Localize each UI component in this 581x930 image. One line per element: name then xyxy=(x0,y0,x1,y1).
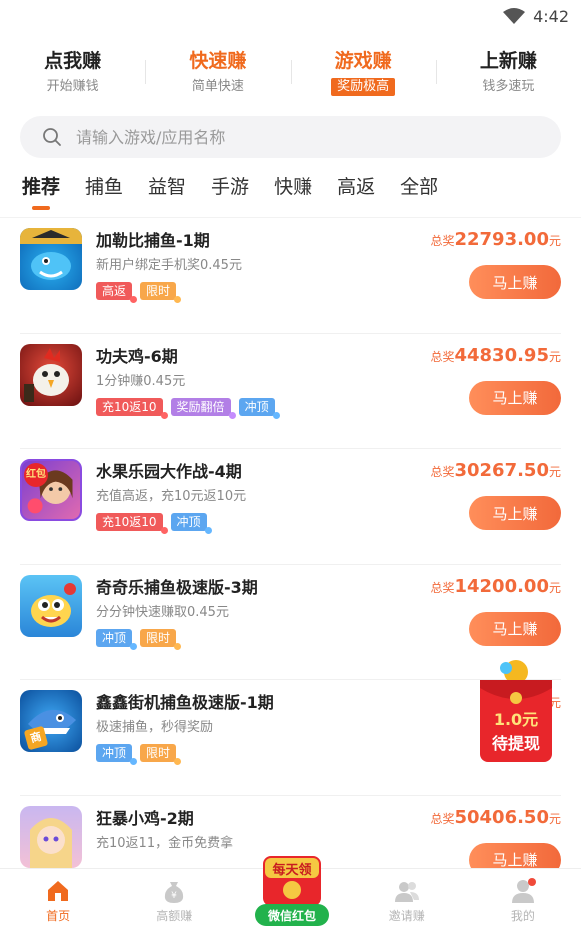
total-prize: 总奖44830.95元 xyxy=(430,344,561,369)
top-cat-1[interactable]: 快速赚 简单快速 xyxy=(145,48,290,96)
nav-label: 首页 xyxy=(46,909,71,923)
game-icon-fruit-paradise: 红包 xyxy=(20,459,82,521)
prize-prefix: 总奖 xyxy=(430,234,455,248)
wifi-icon xyxy=(503,8,526,24)
top-categories: 点我赚 开始赚钱 快速赚 简单快速 游戏赚 奖励极高 上新赚 钱多速玩 xyxy=(0,32,581,112)
tag-badge: 充10返10 xyxy=(96,397,163,416)
status-bar: 4:42 xyxy=(0,0,581,32)
earn-now-button[interactable]: 马上赚 xyxy=(469,611,561,646)
nav-home[interactable]: 首页 xyxy=(0,869,116,930)
center-packet-bottom-text: 微信红包 xyxy=(267,909,316,923)
top-cat-title: 游戏赚 xyxy=(334,50,392,72)
prize-prefix: 总奖 xyxy=(430,349,455,364)
top-cat-subtitle: 钱多速玩 xyxy=(482,79,535,94)
top-cat-title: 点我赚 xyxy=(44,50,102,72)
earn-now-button[interactable]: 马上赚 xyxy=(469,380,561,415)
top-cat-title: 上新赚 xyxy=(479,50,537,72)
nav-label: 我的 xyxy=(510,909,535,923)
prize-suffix: 元 xyxy=(548,465,561,479)
nav-mine[interactable]: 我的 xyxy=(465,869,581,930)
tag-badge: 冲顶 xyxy=(238,397,275,416)
tab-puzzle[interactable]: 益智 xyxy=(148,174,186,200)
prize-suffix: 元 xyxy=(548,580,561,595)
nav-label: 邀请赚 xyxy=(388,909,425,923)
top-cat-title: 快速赚 xyxy=(189,50,247,72)
search-icon xyxy=(43,128,61,146)
tab-high-return[interactable]: 高返 xyxy=(337,174,375,200)
prize-prefix: 总奖 xyxy=(430,580,455,595)
tab-mobile-games[interactable]: 手游 xyxy=(211,174,249,200)
top-cat-3[interactable]: 上新赚 钱多速玩 xyxy=(435,48,581,96)
game-item[interactable]: 功夫鸡-6期 1分钟赚0.45元 充10返10 奖励翻倍 冲顶 总奖44830.… xyxy=(20,334,561,449)
prize-suffix: 元 xyxy=(548,811,561,826)
prize-amount: 44830.95 xyxy=(454,344,549,366)
svg-text:¥: ¥ xyxy=(171,891,177,901)
tab-quick-earn[interactable]: 快赚 xyxy=(274,174,312,200)
nav-invite[interactable]: 邀请赚 xyxy=(349,869,465,930)
tab-fishing[interactable]: 捕鱼 xyxy=(85,174,123,200)
prize-suffix: 元 xyxy=(548,234,561,248)
total-prize: 总奖50406.50元 xyxy=(430,806,561,831)
game-item[interactable]: 红包 水果乐园大作战-4期 充值高返，充10元返10元 充10返10 冲顶 总奖… xyxy=(20,449,561,565)
total-prize: 总奖30267.50元 xyxy=(430,459,561,484)
earn-now-button[interactable]: 马上赚 xyxy=(469,265,561,299)
total-prize: 总奖22793.00元 xyxy=(430,228,561,253)
top-cat-2[interactable]: 游戏赚 奖励极高 xyxy=(290,48,436,96)
search-bar[interactable] xyxy=(20,116,561,158)
floating-red-packet[interactable]: 1.0元 待提现 xyxy=(476,658,556,764)
tag-badge: 限时 xyxy=(140,282,177,300)
game-icon-caribbean-fishing xyxy=(20,228,82,290)
search-input[interactable] xyxy=(76,127,561,147)
game-list: 加勒比捕鱼-1期 新用户绑定手机奖0.45元 高返 限时 总奖22793.00元… xyxy=(0,218,581,911)
status-time: 4:42 xyxy=(533,6,569,26)
prize-amount: 30267.50 xyxy=(454,460,549,481)
center-packet-top-text: 每天领 xyxy=(272,863,312,878)
prize-amount: 22793.00 xyxy=(454,229,549,250)
earn-now-button[interactable]: 马上赚 xyxy=(469,496,561,530)
tag-badge: 奖励翻倍 xyxy=(170,397,231,416)
float-packet-amount: 1.0元 xyxy=(493,710,539,729)
tag-badge: 冲顶 xyxy=(170,513,207,531)
user-icon xyxy=(511,878,536,903)
game-icon-crazy-chick xyxy=(20,805,82,868)
top-cat-subtitle: 开始赚钱 xyxy=(46,79,99,94)
game-icon-xinxin-arcade-fishing: 商 xyxy=(20,690,82,752)
tab-recommend[interactable]: 推荐 xyxy=(22,174,60,200)
tab-all[interactable]: 全部 xyxy=(400,174,438,200)
total-prize: 总奖14200.00元 xyxy=(430,575,561,600)
tag-badge: 冲顶 xyxy=(96,628,133,647)
prize-amount: 14200.00 xyxy=(454,575,549,597)
users-icon xyxy=(394,882,419,902)
tag-badge: 限时 xyxy=(140,628,177,647)
nav-high-earn[interactable]: ¥ 高额赚 xyxy=(116,869,232,930)
game-icon-qiqile-fishing xyxy=(20,574,82,637)
tag-badge: 冲顶 xyxy=(96,744,133,762)
tag-badge: 高返 xyxy=(96,282,133,300)
prize-prefix: 总奖 xyxy=(430,811,455,826)
money-bag-icon: ¥ xyxy=(165,882,184,903)
float-packet-label: 待提现 xyxy=(491,734,540,753)
tag-badge: 充10返10 xyxy=(96,513,163,531)
prize-suffix: 元 xyxy=(548,349,561,364)
top-cat-subtitle: 简单快速 xyxy=(191,79,244,94)
prize-amount: 50406.50 xyxy=(454,806,549,828)
nav-label: 高额赚 xyxy=(156,909,193,923)
game-item[interactable]: 加勒比捕鱼-1期 新用户绑定手机奖0.45元 高返 限时 总奖22793.00元… xyxy=(20,218,561,334)
top-cat-0[interactable]: 点我赚 开始赚钱 xyxy=(0,48,145,96)
tag-badge: 限时 xyxy=(140,744,177,762)
red-packet-badge: 红包 xyxy=(24,463,48,487)
daily-wechat-red-packet[interactable]: 每天领 微信红包 xyxy=(251,852,333,928)
top-cat-subtitle-badge: 奖励极高 xyxy=(331,78,396,96)
prize-prefix: 总奖 xyxy=(430,465,455,479)
category-tabs: 推荐 捕鱼 益智 手游 快赚 高返 全部 xyxy=(0,174,581,218)
home-icon xyxy=(48,881,69,901)
game-icon-kungfu-chicken xyxy=(20,343,82,406)
